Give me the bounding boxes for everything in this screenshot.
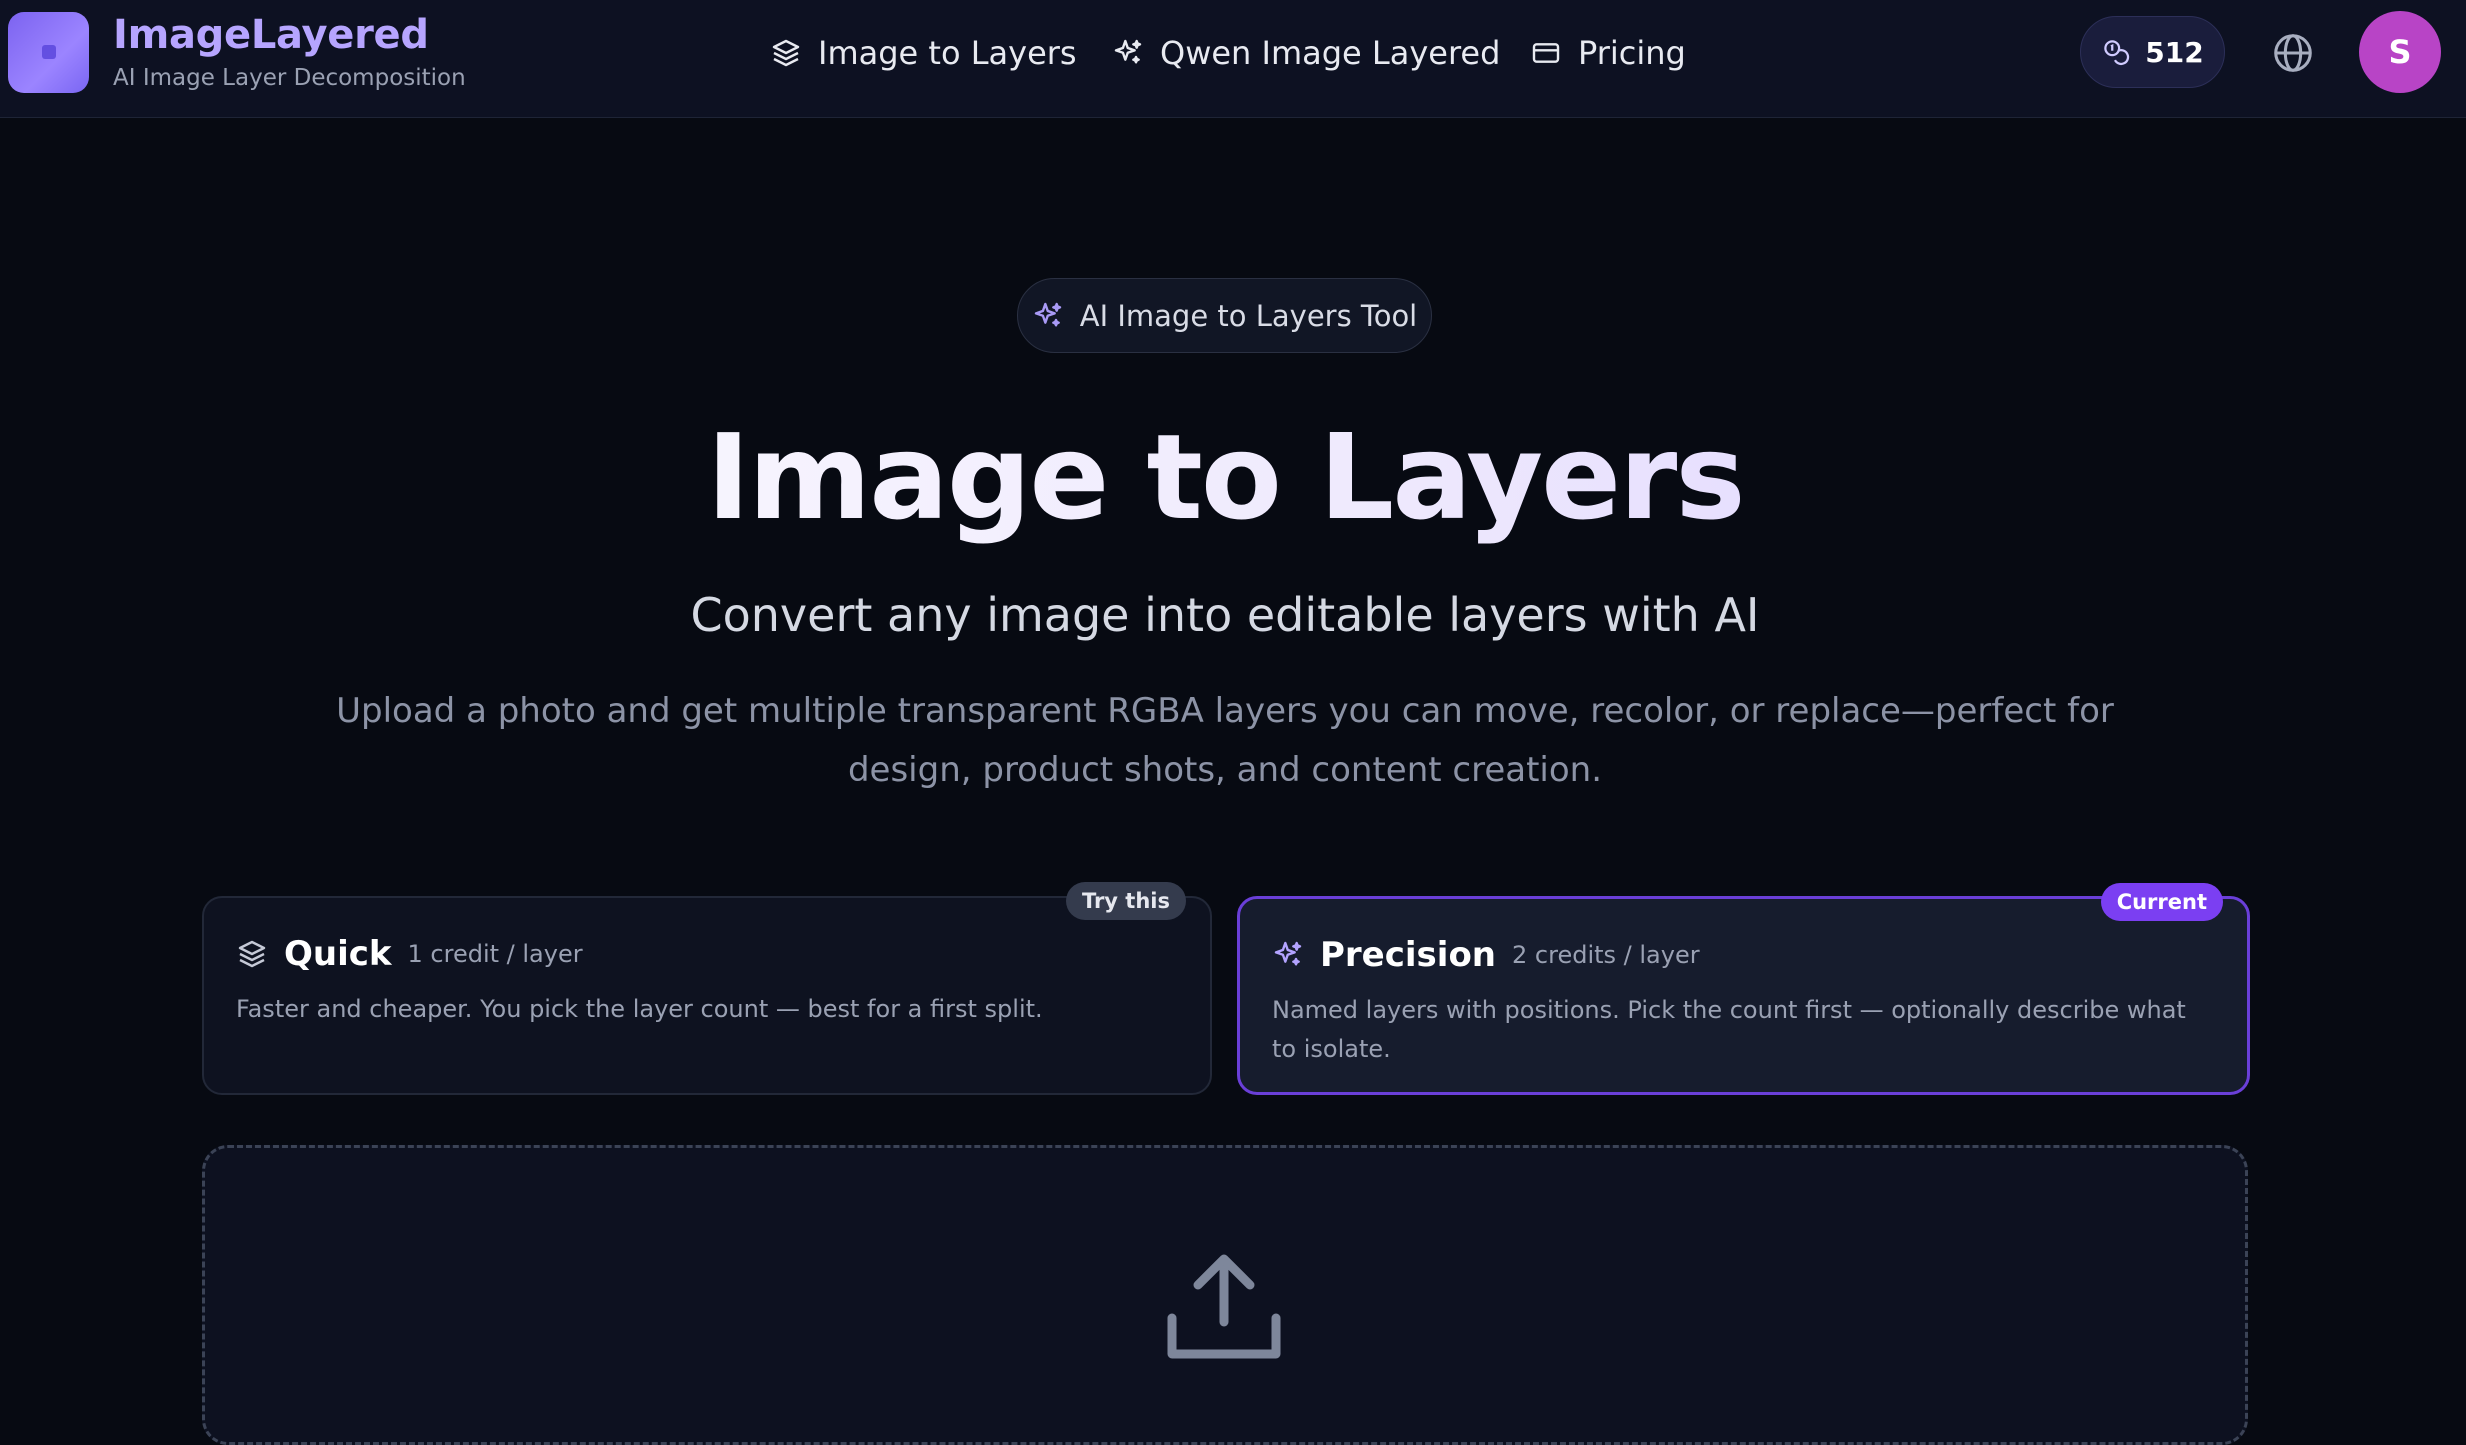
mode-name: Quick [284,934,392,974]
tool-badge-pill: AI Image to Layers Tool [1017,278,1432,353]
layers-icon [238,940,266,968]
mode-card-precision[interactable]: Current Precision 2 credits / layer Name… [1237,883,2250,1095]
page-subtitle: Convert any image into editable layers w… [690,588,1760,642]
tool-badge-label: AI Image to Layers Tool [1079,298,1418,333]
credits-count: 512 [2145,35,2204,69]
sparkles-icon [1034,302,1061,327]
nav-link-label: Pricing [1578,34,1686,72]
sparkles-icon [1274,941,1302,966]
nav-link-label: Image to Layers [818,34,1077,72]
credits-balance-button[interactable]: 512 [2080,16,2225,88]
nav-link-image-to-layers[interactable]: Image to Layers [770,28,1077,78]
page-title: Image to Layers [0,408,2450,546]
mode-name: Precision [1320,935,1497,975]
user-avatar[interactable]: S [2359,11,2441,93]
nav-link-pricing[interactable]: Pricing [1530,28,1686,78]
page-description: Upload a photo and get multiple transpar… [336,691,2114,790]
upload-icon[interactable] [1165,1252,1283,1364]
mode-card-quick[interactable]: Try this Quick 1 credit / layer Faster a… [202,882,1212,1095]
top-navbar: ImageLayered AI Image Layer Decompositio… [0,0,2466,118]
globe-icon[interactable] [2270,30,2316,76]
sparkles-icon [1114,39,1142,64]
mode-description: Faster and cheaper. You pick the layer c… [236,995,1043,1023]
nav-link-label: Qwen Image Layered [1160,34,1501,72]
current-badge: Current [2100,883,2223,921]
logo-icon[interactable] [8,12,89,93]
try-this-badge: Try this [1065,882,1186,920]
coins-icon [2104,40,2130,65]
layers-icon [772,39,800,67]
mode-cost: 1 credit / layer [407,940,583,968]
mode-description: Named layers with positions. Pick the co… [1272,996,2186,1063]
brand-name[interactable]: ImageLayered [113,12,429,58]
nav-link-qwen-image-layered[interactable]: Qwen Image Layered [1112,28,1500,78]
brand-tagline: AI Image Layer Decomposition [113,65,466,91]
avatar-initial: S [2388,33,2412,71]
credit-card-icon [1532,43,1560,63]
mode-cost: 2 credits / layer [1512,941,1700,969]
